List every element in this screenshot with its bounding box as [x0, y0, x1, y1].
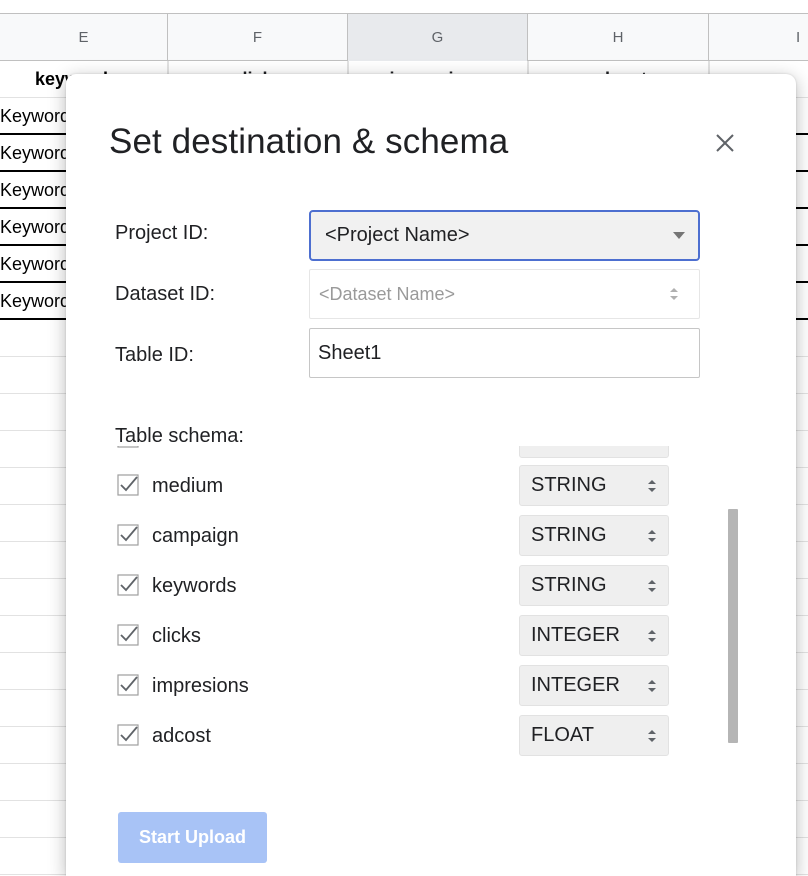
schema-row-clicks: clicks INTEGER [106, 612, 706, 662]
updown-arrows-icon [646, 446, 658, 447]
dataset-id-select[interactable]: <Dataset Name> [309, 269, 700, 319]
column-header-f[interactable]: F [168, 14, 348, 61]
checkbox-checked-icon[interactable] [117, 524, 139, 546]
schema-scrollbar[interactable] [728, 509, 738, 743]
table-id-label: Table ID: [115, 344, 194, 366]
updown-arrows-icon [670, 288, 678, 300]
updown-arrows-icon [648, 530, 656, 542]
schema-type-value: STRING [531, 446, 607, 448]
schema-type-select[interactable]: STRING [519, 465, 669, 506]
column-header-i[interactable]: I [709, 14, 808, 61]
schema-type-select[interactable]: INTEGER [519, 665, 669, 706]
dialog-title: Set destination & schema [109, 122, 509, 161]
schema-field-name: medium [152, 475, 224, 497]
checkbox-checked-icon[interactable] [117, 674, 139, 696]
dataset-id-label: Dataset ID: [115, 283, 216, 305]
project-id-select[interactable]: <Project Name> [309, 210, 700, 261]
column-header-h[interactable]: H [528, 14, 709, 61]
updown-arrows-icon [648, 580, 656, 592]
schema-type-select[interactable]: FLOAT [519, 715, 669, 756]
schema-row-impresions: impresions INTEGER [106, 662, 706, 712]
table-schema-label: Table schema: [115, 425, 244, 447]
schema-list[interactable]: source STRING medium STRING [106, 446, 746, 757]
updown-arrows-icon [648, 730, 656, 742]
column-header-g[interactable]: G [348, 14, 528, 61]
schema-type-select[interactable]: STRING [519, 565, 669, 606]
checkbox-checked-icon[interactable] [117, 474, 139, 496]
table-id-input[interactable]: Sheet1 [309, 328, 700, 378]
schema-type-value: STRING [531, 524, 607, 546]
checkbox-checked-icon[interactable] [117, 574, 139, 596]
column-header-e[interactable]: E [0, 14, 168, 61]
dropdown-caret-icon [673, 232, 685, 239]
schema-type-value: INTEGER [531, 624, 620, 646]
updown-arrows-icon [648, 480, 656, 492]
schema-field-name: adcost [152, 725, 211, 747]
schema-type-value: STRING [531, 474, 607, 496]
close-icon [716, 134, 734, 152]
schema-row-campaign: campaign STRING [106, 512, 706, 562]
schema-type-select[interactable]: INTEGER [519, 615, 669, 656]
checkbox-checked-icon[interactable] [117, 724, 139, 746]
schema-field-name: campaign [152, 525, 239, 547]
destination-schema-dialog: Set destination & schema Project ID: <Pr… [66, 74, 796, 876]
schema-field-name: keywords [152, 575, 237, 597]
updown-arrows-icon [648, 630, 656, 642]
schema-type-select[interactable]: STRING [519, 515, 669, 556]
schema-row-medium: medium STRING [106, 462, 706, 512]
schema-type-value: FLOAT [531, 724, 594, 746]
checkbox-checked-icon[interactable] [117, 624, 139, 646]
start-upload-button[interactable]: Start Upload [118, 812, 267, 863]
schema-field-name: source [152, 446, 212, 450]
column-header-row: E F G H I [0, 14, 808, 61]
schema-row-keywords: keywords STRING [106, 562, 706, 612]
project-id-label: Project ID: [115, 222, 209, 244]
schema-type-value: INTEGER [531, 674, 620, 696]
schema-type-select[interactable]: STRING [519, 446, 669, 458]
project-id-value: <Project Name> [325, 224, 470, 246]
checkbox-checked-icon[interactable] [117, 446, 139, 448]
updown-arrows-icon [648, 680, 656, 692]
schema-type-value: STRING [531, 574, 607, 596]
schema-row-adcost: adcost FLOAT [106, 712, 706, 757]
schema-field-name: impresions [152, 675, 249, 697]
dataset-id-placeholder: <Dataset Name> [319, 284, 456, 304]
schema-field-name: clicks [152, 625, 201, 647]
close-button[interactable] [708, 126, 742, 160]
